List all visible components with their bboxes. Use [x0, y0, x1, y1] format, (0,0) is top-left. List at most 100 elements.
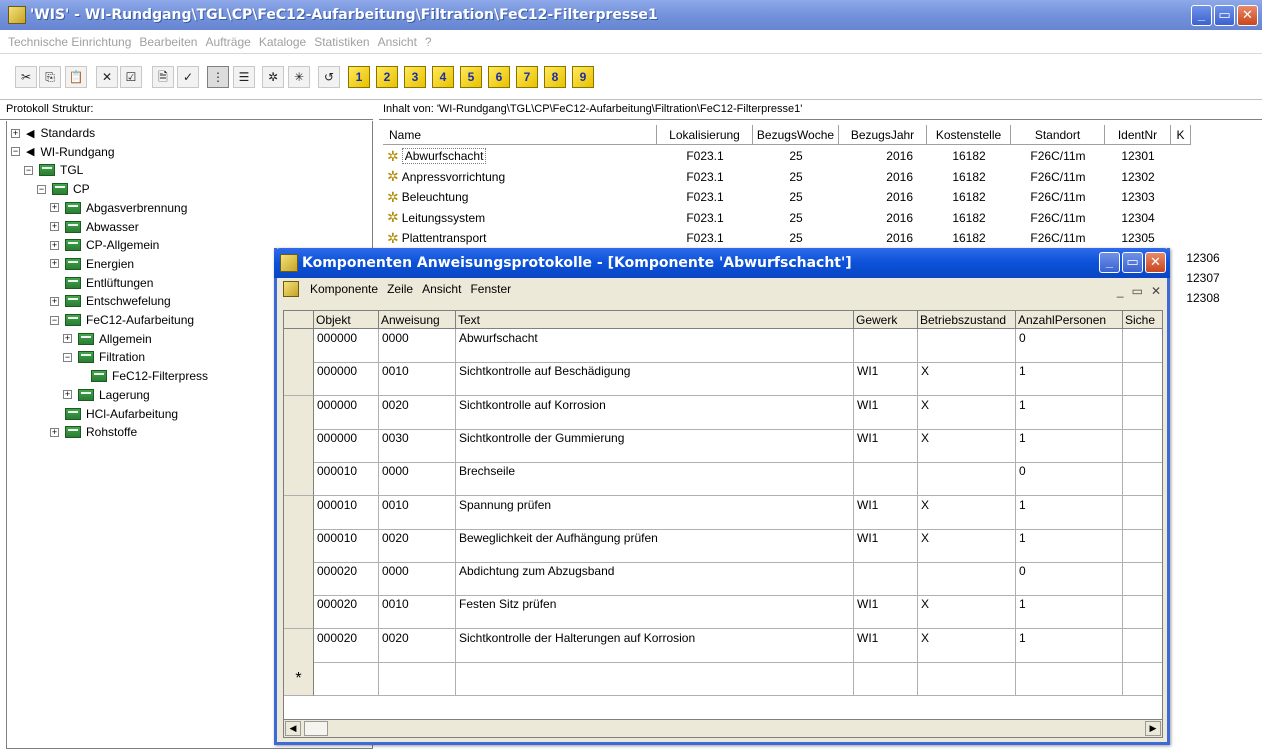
tree-node[interactable]: + Abwasser: [50, 218, 139, 236]
table-row[interactable]: 000010 0010 Spannung prüfen WI1 X 1: [284, 495, 1162, 530]
table-row[interactable]: 000010 0000 Brechseile 0: [284, 462, 1162, 497]
row-selector[interactable]: [284, 462, 314, 497]
list-item[interactable]: ✲ Anpressvorrichtung F023.1 25 2016 16182 F26C…: [383, 167, 1171, 187]
level-1-button[interactable]: 1: [348, 66, 370, 88]
column-header[interactable]: Standort: [1011, 125, 1105, 145]
child-minimize-button[interactable]: _: [1099, 252, 1120, 273]
grid-cell-gewerk[interactable]: WI1: [854, 495, 918, 530]
expand-icon[interactable]: +: [50, 222, 59, 231]
tree-node[interactable]: − ◀ WI-Rundgang: [11, 143, 115, 161]
grid-cell-siche[interactable]: [1123, 429, 1162, 463]
new-row-cell[interactable]: [1123, 662, 1162, 696]
properties-icon[interactable]: ☑: [120, 66, 142, 88]
scroll-right-icon[interactable]: ▶: [1145, 721, 1161, 736]
menu-item-4[interactable]: Statistiken: [314, 35, 369, 49]
tree-node[interactable]: Entlüftungen: [50, 274, 153, 292]
undo-icon[interactable]: ↺: [318, 66, 340, 88]
new-row[interactable]: *: [284, 662, 1162, 696]
child-menu-item-1[interactable]: Zeile: [387, 282, 413, 296]
child-menu-item-3[interactable]: Fenster: [470, 282, 511, 296]
grid-cell-gewerk[interactable]: WI1: [854, 395, 918, 430]
collapse-icon[interactable]: −: [11, 147, 20, 157]
level-3-button[interactable]: 3: [404, 66, 426, 88]
child-title-bar[interactable]: Komponenten Anweisungsprotokolle - [Komp…: [274, 248, 1170, 278]
mdi-close-button[interactable]: ✕: [1151, 284, 1161, 298]
grid-cell-gewerk[interactable]: WI1: [854, 628, 918, 663]
grid-cell-anzahl[interactable]: 1: [1016, 395, 1123, 430]
list-item[interactable]: ✲ Leitungssystem F023.1 25 2016 16182 F26C/11m…: [383, 208, 1171, 228]
component-icon[interactable]: ✲: [262, 66, 284, 88]
collapse-icon[interactable]: −: [50, 315, 59, 325]
tree-node[interactable]: + Allgemein: [63, 330, 152, 348]
grid-cell-anzahl[interactable]: 1: [1016, 595, 1123, 630]
tree-node[interactable]: + Energien: [50, 255, 134, 273]
grid-cell-anweisung[interactable]: 0020: [379, 628, 456, 663]
list-view-icon[interactable]: ☰: [233, 66, 255, 88]
expand-icon[interactable]: +: [63, 390, 72, 400]
tree-node[interactable]: + ◀ Standards: [11, 124, 95, 142]
grid-cell-text[interactable]: Sichtkontrolle der Halterungen auf Korro…: [456, 628, 854, 663]
grid-cell-siche[interactable]: [1123, 396, 1162, 430]
grid-cell-text[interactable]: Abwurfschacht: [456, 329, 854, 363]
grid-cell-anweisung[interactable]: 0010: [379, 362, 456, 397]
grid-cell-siche[interactable]: [1123, 496, 1162, 530]
grid-cell-gewerk[interactable]: WI1: [854, 528, 918, 563]
new-row-cell[interactable]: [918, 662, 1016, 696]
new-row-cell[interactable]: [854, 662, 918, 696]
level-9-button[interactable]: 9: [572, 66, 594, 88]
menu-item-1[interactable]: Bearbeiten: [139, 35, 197, 49]
grid-cell-betrieb[interactable]: [918, 562, 1016, 597]
tree-view-icon[interactable]: ⋮: [207, 66, 229, 88]
grid-cell-text[interactable]: Festen Sitz prüfen: [456, 595, 854, 630]
grid-cell-gewerk[interactable]: WI1: [854, 595, 918, 630]
tree-node[interactable]: − TGL: [24, 161, 83, 179]
child-maximize-button[interactable]: ▭: [1122, 252, 1143, 273]
tree-node[interactable]: FeC12-Filterpress: [76, 367, 208, 385]
tree-node[interactable]: HCl-Aufarbeitung: [50, 405, 178, 423]
tree-node[interactable]: − CP: [37, 180, 90, 198]
grid-cell-text[interactable]: Sichtkontrolle der Gummierung: [456, 428, 854, 463]
table-row[interactable]: 000000 0030 Sichtkontrolle der Gummierung W…: [284, 428, 1162, 463]
grid-cell-anweisung[interactable]: 0000: [379, 562, 456, 597]
column-header[interactable]: Lokalisierung: [657, 125, 753, 145]
table-row[interactable]: 000020 0000 Abdichtung zum Abzugsband 0: [284, 562, 1162, 597]
mdi-minimize-button[interactable]: _: [1117, 284, 1124, 298]
grid-cell-gewerk[interactable]: WI1: [854, 362, 918, 397]
menu-item-0[interactable]: Technische Einrichtung: [8, 35, 131, 49]
table-row[interactable]: 000000 0020 Sichtkontrolle auf Korrosion WI…: [284, 395, 1162, 430]
tree-node[interactable]: + Rohstoffe: [50, 423, 137, 441]
collapse-icon[interactable]: −: [37, 184, 46, 194]
row-selector[interactable]: [284, 495, 314, 530]
grid-cell-siche[interactable]: [1123, 562, 1162, 597]
level-8-button[interactable]: 8: [544, 66, 566, 88]
grid-cell-siche[interactable]: [1123, 629, 1162, 663]
row-selector[interactable]: [284, 595, 314, 630]
table-row[interactable]: 000000 0000 Abwurfschacht 0: [284, 329, 1162, 363]
collapse-icon[interactable]: −: [24, 165, 33, 175]
scroll-left-icon[interactable]: ◀: [285, 721, 301, 736]
row-selector[interactable]: [284, 395, 314, 430]
grid-cell-gewerk[interactable]: WI1: [854, 428, 918, 463]
cut-icon[interactable]: ✂: [15, 66, 37, 88]
grid-cell-anzahl[interactable]: 1: [1016, 528, 1123, 563]
grid-cell-anzahl[interactable]: 1: [1016, 428, 1123, 463]
column-header[interactable]: Kostenstelle: [927, 125, 1011, 145]
tree-node[interactable]: − Filtration: [63, 348, 145, 366]
grid-cell-anzahl[interactable]: 0: [1016, 462, 1123, 497]
delete-icon[interactable]: ✕: [96, 66, 118, 88]
new-row-cell[interactable]: [314, 662, 379, 696]
grid-cell-betrieb[interactable]: X: [918, 395, 1016, 430]
grid-cell-betrieb[interactable]: [918, 462, 1016, 497]
collapse-icon[interactable]: −: [63, 352, 72, 362]
list-item[interactable]: ✲ Plattentransport F023.1 25 2016 16182 F26C/1…: [383, 228, 1171, 248]
menu-item-5[interactable]: Ansicht: [378, 35, 417, 49]
child-menu-item-2[interactable]: Ansicht: [422, 282, 461, 296]
menu-item-3[interactable]: Kataloge: [259, 35, 306, 49]
grid-cell-objekt[interactable]: 000020: [314, 595, 379, 630]
grid-cell-betrieb[interactable]: X: [918, 595, 1016, 630]
grid-column-header[interactable]: Gewerk: [854, 311, 918, 329]
menu-item-2[interactable]: Aufträge: [205, 35, 250, 49]
expand-icon[interactable]: +: [50, 296, 59, 306]
main-title-bar[interactable]: 'WIS' - WI-Rundgang\TGL\CP\FeC12-Aufarbe…: [0, 0, 1262, 30]
grid-cell-siche[interactable]: [1123, 462, 1162, 497]
